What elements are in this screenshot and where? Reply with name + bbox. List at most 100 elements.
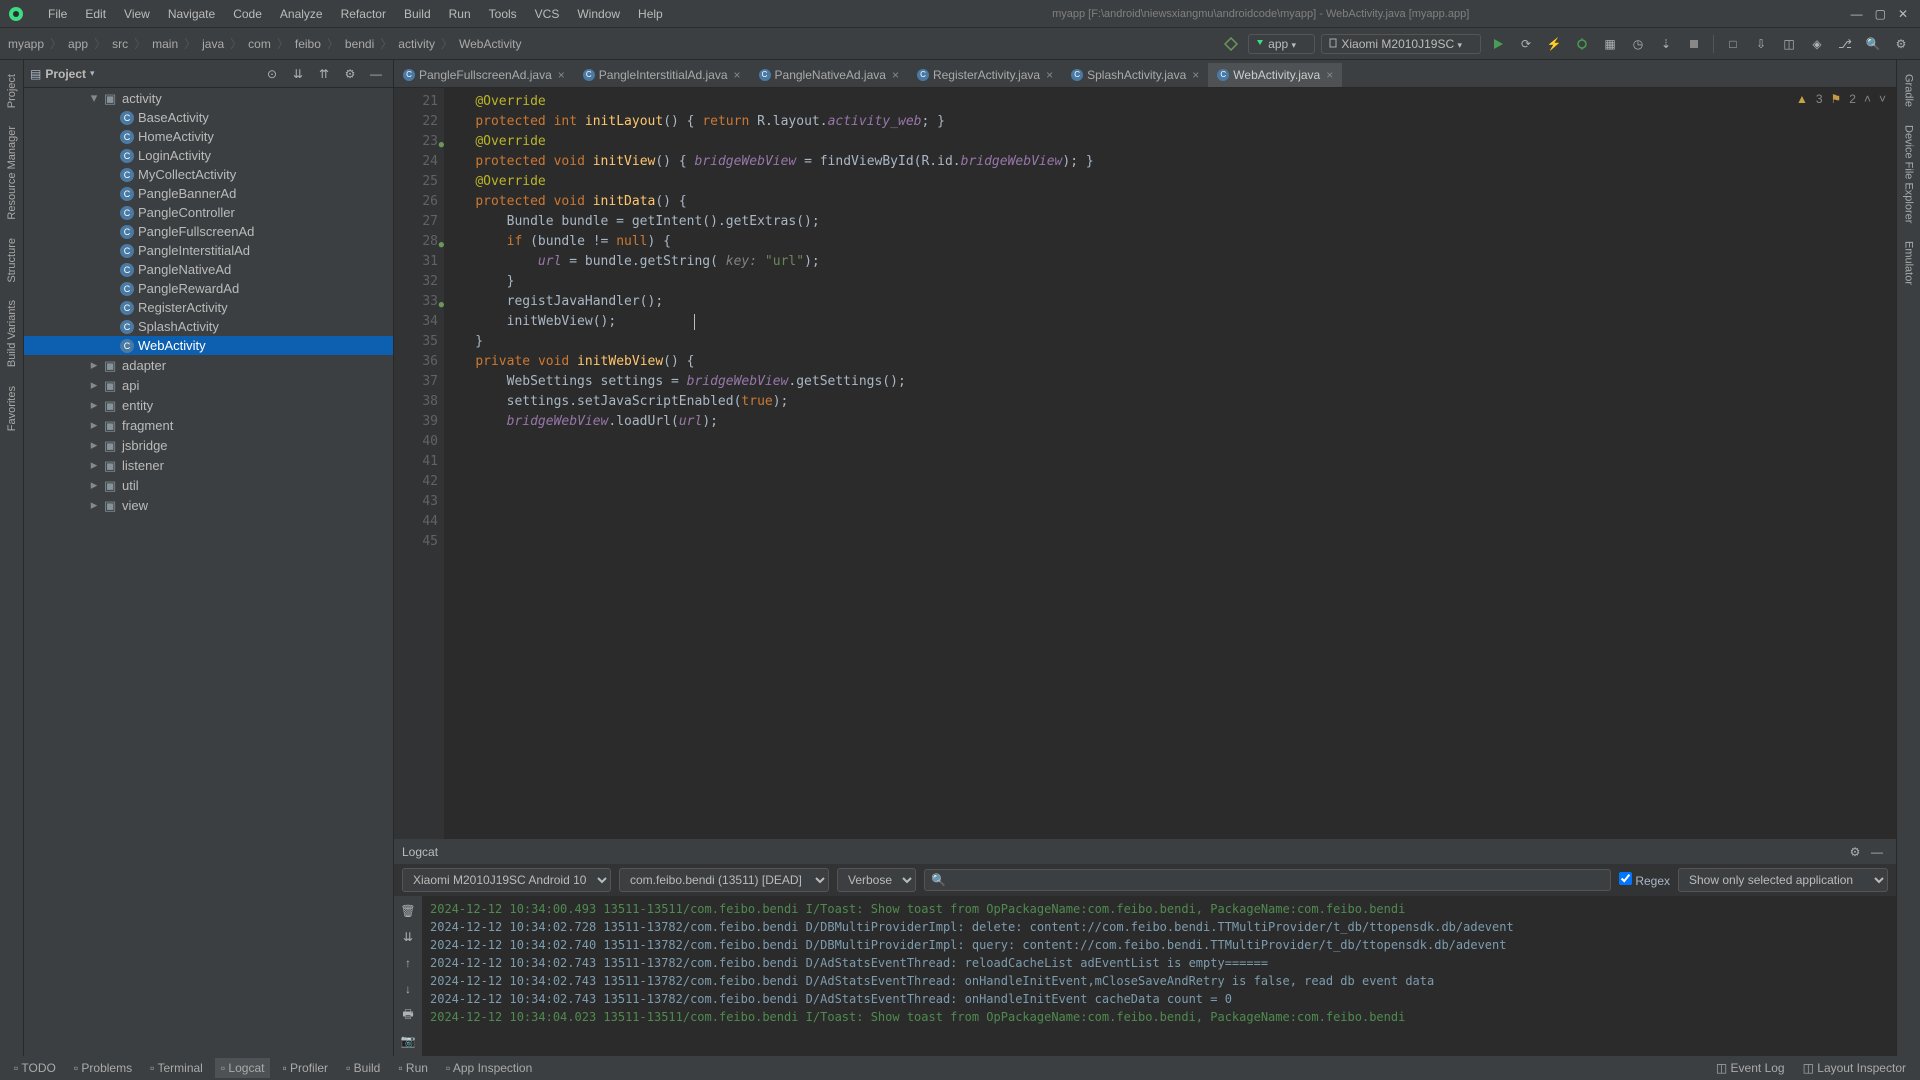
tab-panglenativead[interactable]: CPangleNativeAd.java×: [750, 63, 908, 87]
tool-tab-device-file-explorer[interactable]: Device File Explorer: [1901, 117, 1917, 231]
avdm-icon[interactable]: □: [1722, 33, 1744, 55]
breadcrumb-item[interactable]: com: [248, 37, 271, 51]
apply-code-icon[interactable]: ⚡: [1543, 33, 1565, 55]
tree-item-listener[interactable]: ▸▣listener: [24, 455, 393, 475]
tree-item-pangleinterstitialad[interactable]: CPangleInterstitialAd: [24, 241, 393, 260]
menu-analyze[interactable]: Analyze: [272, 5, 331, 23]
tree-item-registeractivity[interactable]: CRegisterActivity: [24, 298, 393, 317]
tree-item-view[interactable]: ▸▣view: [24, 495, 393, 515]
maximize-icon[interactable]: ▢: [1875, 7, 1886, 21]
profile-icon[interactable]: ◷: [1627, 33, 1649, 55]
scroll-end-icon[interactable]: ⇊: [397, 926, 419, 948]
bottom-tab-build[interactable]: ▫ Build: [340, 1058, 386, 1078]
search-icon[interactable]: 🔍: [1862, 33, 1884, 55]
tool-tab-gradle[interactable]: Gradle: [1901, 66, 1917, 115]
stop-icon[interactable]: [1683, 33, 1705, 55]
sdk-icon[interactable]: ⇩: [1750, 33, 1772, 55]
menu-help[interactable]: Help: [630, 5, 671, 23]
debug-icon[interactable]: [1571, 33, 1593, 55]
breadcrumb-item[interactable]: activity: [398, 37, 435, 51]
logcat-device-select[interactable]: Xiaomi M2010J19SC Android 10: [402, 868, 611, 892]
clear-log-icon[interactable]: 🗑: [397, 900, 419, 922]
breadcrumb-item[interactable]: feibo: [295, 37, 321, 51]
settings-icon[interactable]: ⚙: [1890, 33, 1912, 55]
logcat-level-select[interactable]: Verbose: [837, 868, 916, 892]
tool-tab-build-variants[interactable]: Build Variants: [4, 292, 20, 375]
tree-item-activity[interactable]: ▾▣activity: [24, 88, 393, 108]
locate-file-icon[interactable]: ⊙: [261, 63, 283, 85]
logcat-filter-select[interactable]: Show only selected application: [1678, 868, 1888, 892]
logcat-minimize-icon[interactable]: —: [1866, 841, 1888, 863]
menu-run[interactable]: Run: [441, 5, 479, 23]
tab-panglefullscreenad[interactable]: CPangleFullscreenAd.java×: [394, 63, 574, 87]
menu-code[interactable]: Code: [225, 5, 270, 23]
gear-icon[interactable]: ⚙: [339, 63, 361, 85]
breadcrumb-item[interactable]: WebActivity: [459, 37, 521, 51]
project-view-icon[interactable]: ▤: [30, 67, 41, 81]
device-select[interactable]: Xiaomi M2010J19SC ▾: [1321, 34, 1481, 54]
collapse-icon[interactable]: ⇈: [313, 63, 335, 85]
tree-item-splashactivity[interactable]: CSplashActivity: [24, 317, 393, 336]
sync-gradle-icon[interactable]: [1220, 33, 1242, 55]
menu-tools[interactable]: Tools: [481, 5, 525, 23]
close-tab-icon[interactable]: ×: [734, 68, 741, 82]
bottom-tab-todo[interactable]: ▫ TODO: [8, 1058, 62, 1078]
tree-item-entity[interactable]: ▸▣entity: [24, 395, 393, 415]
bottom-tab-profiler[interactable]: ▫ Profiler: [276, 1058, 334, 1078]
bottom-tab-problems[interactable]: ▫ Problems: [68, 1058, 138, 1078]
resource-icon[interactable]: ◈: [1806, 33, 1828, 55]
logcat-regex-toggle[interactable]: Regex: [1619, 872, 1670, 888]
tree-item-api[interactable]: ▸▣api: [24, 375, 393, 395]
close-tab-icon[interactable]: ×: [1192, 68, 1199, 82]
breadcrumb-item[interactable]: src: [112, 37, 128, 51]
tree-item-webactivity[interactable]: CWebActivity: [24, 336, 393, 355]
layout-inspector-icon[interactable]: ◫: [1778, 33, 1800, 55]
apply-changes-icon[interactable]: ⟳: [1515, 33, 1537, 55]
soft-wrap-icon[interactable]: ↑: [397, 952, 419, 974]
tree-item-util[interactable]: ▸▣util: [24, 475, 393, 495]
menu-build[interactable]: Build: [396, 5, 439, 23]
run-config-select[interactable]: app ▾: [1248, 34, 1315, 54]
logcat-gear-icon[interactable]: ⚙: [1844, 841, 1866, 863]
tool-tab-structure[interactable]: Structure: [4, 230, 20, 291]
close-tab-icon[interactable]: ×: [892, 68, 899, 82]
project-tree[interactable]: ▾▣activityCBaseActivityCHomeActivityCLog…: [24, 88, 393, 1056]
tool-tab-project[interactable]: Project: [4, 66, 20, 116]
close-tab-icon[interactable]: ×: [1326, 68, 1333, 82]
tree-item-panglenativead[interactable]: CPangleNativeAd: [24, 260, 393, 279]
bottom-tab-app-inspection[interactable]: ▫ App Inspection: [440, 1058, 538, 1078]
tool-tab-resource-manager[interactable]: Resource Manager: [4, 118, 20, 228]
tab-pangleinterstitialad[interactable]: CPangleInterstitialAd.java×: [574, 63, 750, 87]
project-view-dropdown-icon[interactable]: ▾: [90, 68, 95, 79]
chevron-up-icon[interactable]: ˄: [1864, 92, 1871, 106]
close-tab-icon[interactable]: ×: [558, 68, 565, 82]
logcat-search-input[interactable]: [946, 870, 1604, 890]
logcat-search[interactable]: 🔍: [924, 869, 1611, 891]
menu-window[interactable]: Window: [569, 5, 628, 23]
breadcrumb-item[interactable]: main: [152, 37, 178, 51]
close-icon[interactable]: ✕: [1898, 7, 1908, 21]
minimize-icon[interactable]: —: [1851, 7, 1863, 21]
screenshot-icon[interactable]: 📷: [397, 1030, 419, 1052]
tree-item-panglerewardad[interactable]: CPangleRewardAd: [24, 279, 393, 298]
run-icon[interactable]: [1487, 33, 1509, 55]
tree-item-jsbridge[interactable]: ▸▣jsbridge: [24, 435, 393, 455]
menu-edit[interactable]: Edit: [77, 5, 114, 23]
breadcrumb-item[interactable]: myapp: [8, 37, 44, 51]
tree-item-panglefullscreenad[interactable]: CPangleFullscreenAd: [24, 222, 393, 241]
bottom-tab-terminal[interactable]: ▫ Terminal: [144, 1058, 209, 1078]
tool-tab-emulator[interactable]: Emulator: [1901, 233, 1917, 293]
tree-item-adapter[interactable]: ▸▣adapter: [24, 355, 393, 375]
tab-registeractivity[interactable]: CRegisterActivity.java×: [908, 63, 1062, 87]
coverage-icon[interactable]: ▦: [1599, 33, 1621, 55]
bottom-tab-event-log[interactable]: ◫ Event Log: [1710, 1058, 1791, 1078]
bottom-tab-logcat[interactable]: ▫ Logcat: [215, 1058, 271, 1078]
bottom-tab-run[interactable]: ▫ Run: [392, 1058, 434, 1078]
code-editor[interactable]: @Override protected int initLayout() { r…: [444, 88, 1896, 839]
logcat-output[interactable]: 2024-12-12 10:34:00.493 13511-13511/com.…: [422, 896, 1896, 1056]
restart-icon[interactable]: ↓: [397, 978, 419, 1000]
breadcrumb-item[interactable]: app: [68, 37, 88, 51]
tree-item-fragment[interactable]: ▸▣fragment: [24, 415, 393, 435]
menu-navigate[interactable]: Navigate: [160, 5, 223, 23]
tree-item-panglebannerad[interactable]: CPangleBannerAd: [24, 184, 393, 203]
